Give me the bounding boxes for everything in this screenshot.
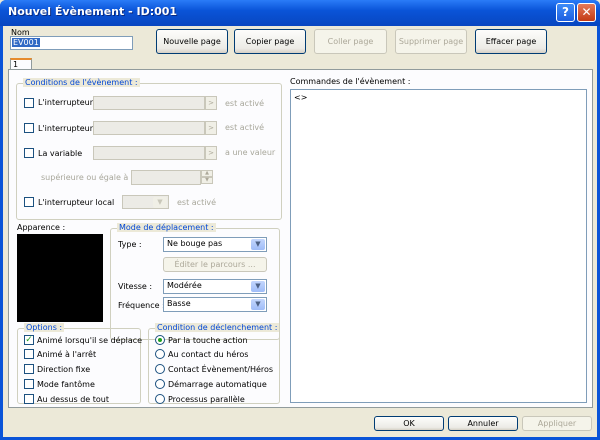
switch1-checkbox[interactable] — [24, 98, 34, 108]
dialog-body: Nom EV001 Nouvelle page Copier page Coll… — [3, 26, 597, 437]
type-value: Ne bouge pas — [167, 239, 223, 248]
cancel-button[interactable]: Annuler — [448, 416, 518, 431]
speed-value: Modérée — [167, 281, 202, 290]
frequency-label: Fréquence : — [118, 301, 165, 310]
variable-picker-button[interactable]: > — [205, 146, 217, 160]
copy-page-button[interactable]: Copier page — [234, 29, 306, 54]
title-bar[interactable]: Nouvel Évènement - ID:001 ? ✕ — [0, 0, 600, 26]
movement-title: Mode de déplacement : — [117, 223, 216, 232]
option-label: Animé lorsqu'il se déplace — [37, 336, 143, 345]
switch2-checkbox[interactable] — [24, 123, 34, 133]
switch1-suffix: est activé — [225, 99, 265, 108]
paste-page-button[interactable]: Coller page — [314, 29, 387, 54]
trigger-label: Au contact du héros — [168, 350, 249, 359]
option-label: Animé à l'arrêt — [37, 350, 97, 359]
trigger-label: Par la touche action — [168, 336, 248, 345]
switch2-suffix: est activé — [225, 123, 265, 132]
frequency-value: Basse — [167, 299, 191, 308]
switch1-field — [93, 96, 205, 110]
new-page-button[interactable]: Nouvelle page — [156, 29, 228, 54]
commands-list[interactable]: <> — [290, 89, 587, 403]
frequency-select[interactable]: Basse ▼ — [163, 297, 267, 312]
event-editor-window: Nouvel Évènement - ID:001 ? ✕ Nom EV001 … — [0, 0, 600, 440]
speed-label: Vitesse : — [118, 282, 153, 291]
switch2-field — [93, 121, 205, 135]
variable-checkbox[interactable] — [24, 148, 34, 158]
name-value: EV001 — [12, 38, 40, 47]
chevron-down-icon: ▼ — [251, 299, 265, 310]
delete-page-button[interactable]: Supprimer page — [395, 29, 467, 54]
local-switch-label: L'interrupteur local — [38, 198, 115, 207]
option-checkbox-animated-idle[interactable] — [24, 349, 34, 359]
trigger-radio-parallel[interactable] — [155, 394, 165, 404]
commands-label: Commandes de l'évènement : — [290, 77, 411, 86]
trigger-radio-event-hero-contact[interactable] — [155, 364, 165, 374]
options-group: Options : Animé lorsqu'il se déplace Ani… — [17, 323, 143, 404]
switch2-picker-button[interactable]: > — [205, 121, 217, 135]
stepper-down-icon[interactable]: ▼ — [201, 177, 213, 184]
clear-page-button[interactable]: Effacer page — [475, 29, 547, 54]
stepper-up-icon[interactable]: ▲ — [201, 170, 213, 177]
help-icon[interactable]: ? — [556, 3, 575, 22]
switch1-picker-button[interactable]: > — [205, 96, 217, 110]
variable-value-field — [131, 170, 201, 185]
chevron-down-icon: ▼ — [251, 281, 265, 292]
switch1-label: L'interrupteur — [38, 98, 94, 107]
ok-button[interactable]: OK — [374, 416, 444, 431]
trigger-label: Contact Évènement/Héros — [168, 365, 274, 374]
variable-label: La variable — [38, 149, 83, 158]
variable-value-stepper[interactable]: ▲ ▼ — [201, 170, 213, 184]
switch2-label: L'interrupteur — [38, 124, 94, 133]
trigger-group: Condition de déclenchement : Par la touc… — [148, 323, 280, 404]
options-title: Options : — [24, 323, 65, 332]
variable-field — [93, 146, 205, 160]
option-checkbox-fixed-direction[interactable] — [24, 364, 34, 374]
option-checkbox-animated-moving[interactable] — [24, 335, 34, 345]
trigger-label: Processus parallèle — [168, 395, 245, 404]
variable-suffix: a une valeur — [225, 148, 276, 157]
window-title: Nouvel Évènement - ID:001 — [8, 5, 178, 18]
trigger-title: Condition de déclenchement : — [155, 323, 280, 332]
event-graphic-preview[interactable] — [17, 234, 103, 322]
conditions-group: Conditions de l'évènement : L'interrupte… — [16, 78, 282, 220]
trigger-radio-hero-contact[interactable] — [155, 349, 165, 359]
conditions-title: Conditions de l'évènement : — [23, 78, 140, 87]
greater-equal-label: supérieure ou égale à — [41, 173, 129, 182]
name-field[interactable]: EV001 — [10, 36, 133, 50]
trigger-radio-autorun[interactable] — [155, 379, 165, 389]
local-switch-suffix: est activé — [177, 198, 217, 207]
option-label: Direction fixe — [37, 365, 91, 374]
apply-button[interactable]: Appliquer — [522, 416, 592, 431]
type-select[interactable]: Ne bouge pas ▼ — [163, 237, 267, 252]
option-checkbox-always-on-top[interactable] — [24, 394, 34, 404]
option-label: Au dessus de tout — [37, 395, 109, 404]
local-switch-checkbox[interactable] — [24, 197, 34, 207]
trigger-radio-action-key[interactable] — [155, 335, 165, 345]
appearance-label: Apparence : — [17, 223, 66, 232]
chevron-down-icon: ▼ — [153, 197, 167, 208]
edit-route-button[interactable]: Éditer le parcours ... — [163, 257, 267, 272]
speed-select[interactable]: Modérée ▼ — [163, 279, 267, 294]
local-switch-select[interactable]: ▼ — [122, 195, 169, 209]
close-icon[interactable]: ✕ — [577, 3, 596, 22]
trigger-label: Démarrage automatique — [168, 380, 267, 389]
command-line[interactable]: <> — [294, 93, 307, 102]
option-checkbox-ghost-mode[interactable] — [24, 379, 34, 389]
option-label: Mode fantôme — [37, 380, 95, 389]
chevron-down-icon: ▼ — [251, 239, 265, 250]
type-label: Type : — [118, 240, 142, 249]
